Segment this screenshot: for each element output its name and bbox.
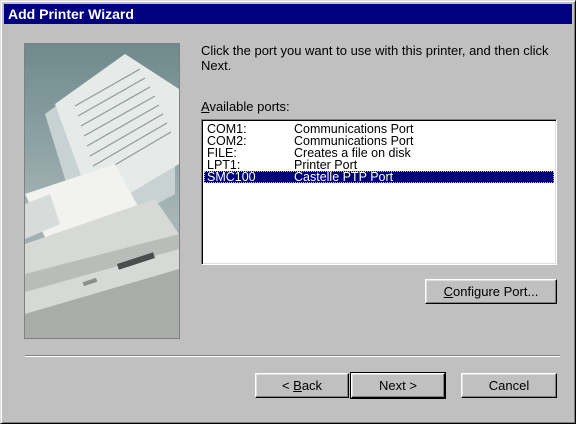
list-item-selected[interactable]: SMC100 Castelle PTP Port <box>204 171 554 183</box>
title-bar: Add Printer Wizard <box>4 4 572 24</box>
add-printer-wizard-window: Add Printer Wizard Click the port you wa… <box>0 0 576 424</box>
instruction-text: Click the port you want to use with this… <box>201 43 549 73</box>
window-title: Add Printer Wizard <box>8 6 134 22</box>
separator <box>25 355 560 357</box>
list-item[interactable]: FILE: Creates a file on disk <box>204 147 554 160</box>
ports-listbox[interactable]: COM1: Communications Port COM2: Communic… <box>201 119 557 265</box>
port-description: Castelle PTP Port <box>294 170 394 184</box>
available-ports-label: Available ports: <box>201 99 290 114</box>
label-rest: vailable ports: <box>209 99 290 114</box>
printer-with-paper-image <box>25 54 179 338</box>
back-label-rest: ack <box>301 378 323 393</box>
configure-accelerator: C <box>443 284 454 299</box>
next-button[interactable]: Next > <box>350 372 446 399</box>
printer-illustration <box>24 43 180 339</box>
back-prefix: < <box>281 378 294 393</box>
back-button[interactable]: < Back <box>255 373 349 398</box>
configure-label-rest: onfigure Port... <box>453 284 539 299</box>
cancel-button[interactable]: Cancel <box>461 373 557 398</box>
back-accelerator: B <box>293 378 302 393</box>
port-name: SMC100 <box>207 170 256 184</box>
configure-port-button[interactable]: Configure Port... <box>425 279 557 304</box>
